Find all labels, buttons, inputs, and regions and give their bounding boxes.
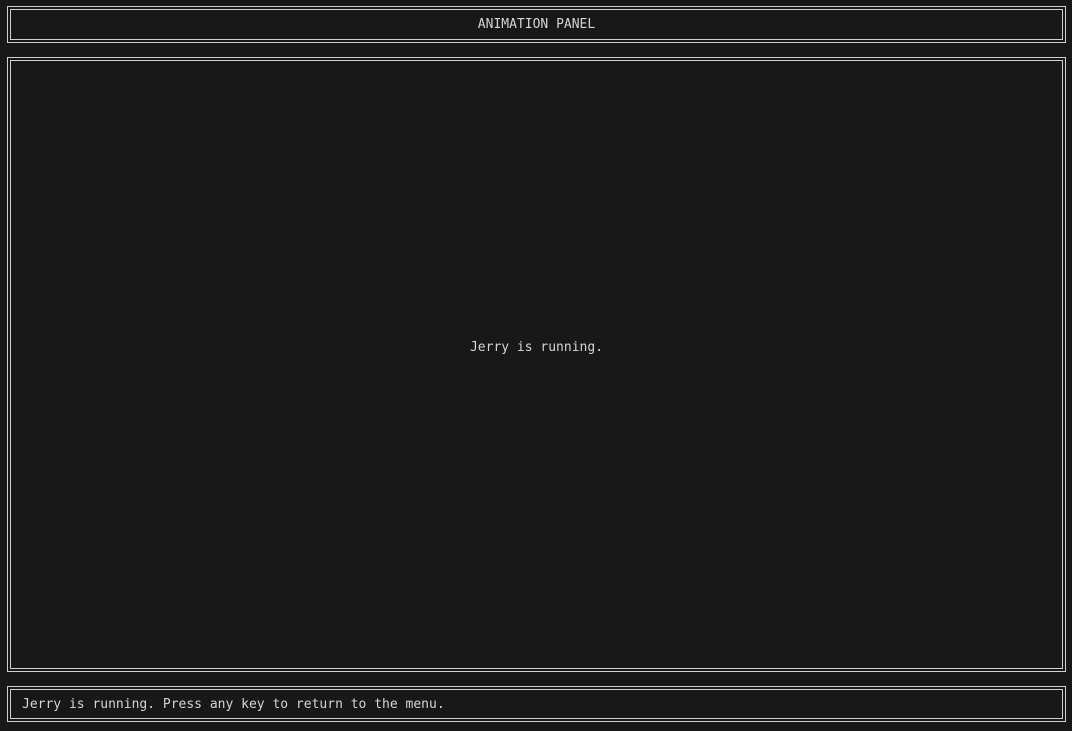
status-text: Jerry is running. Press any key to retur… [22,697,445,712]
status-bar: Jerry is running. Press any key to retur… [7,686,1066,722]
animation-panel: Jerry is running. [7,57,1066,672]
panel-title: ANIMATION PANEL [477,17,596,32]
animation-message: Jerry is running. [469,340,604,355]
title-panel: ANIMATION PANEL [7,6,1066,43]
